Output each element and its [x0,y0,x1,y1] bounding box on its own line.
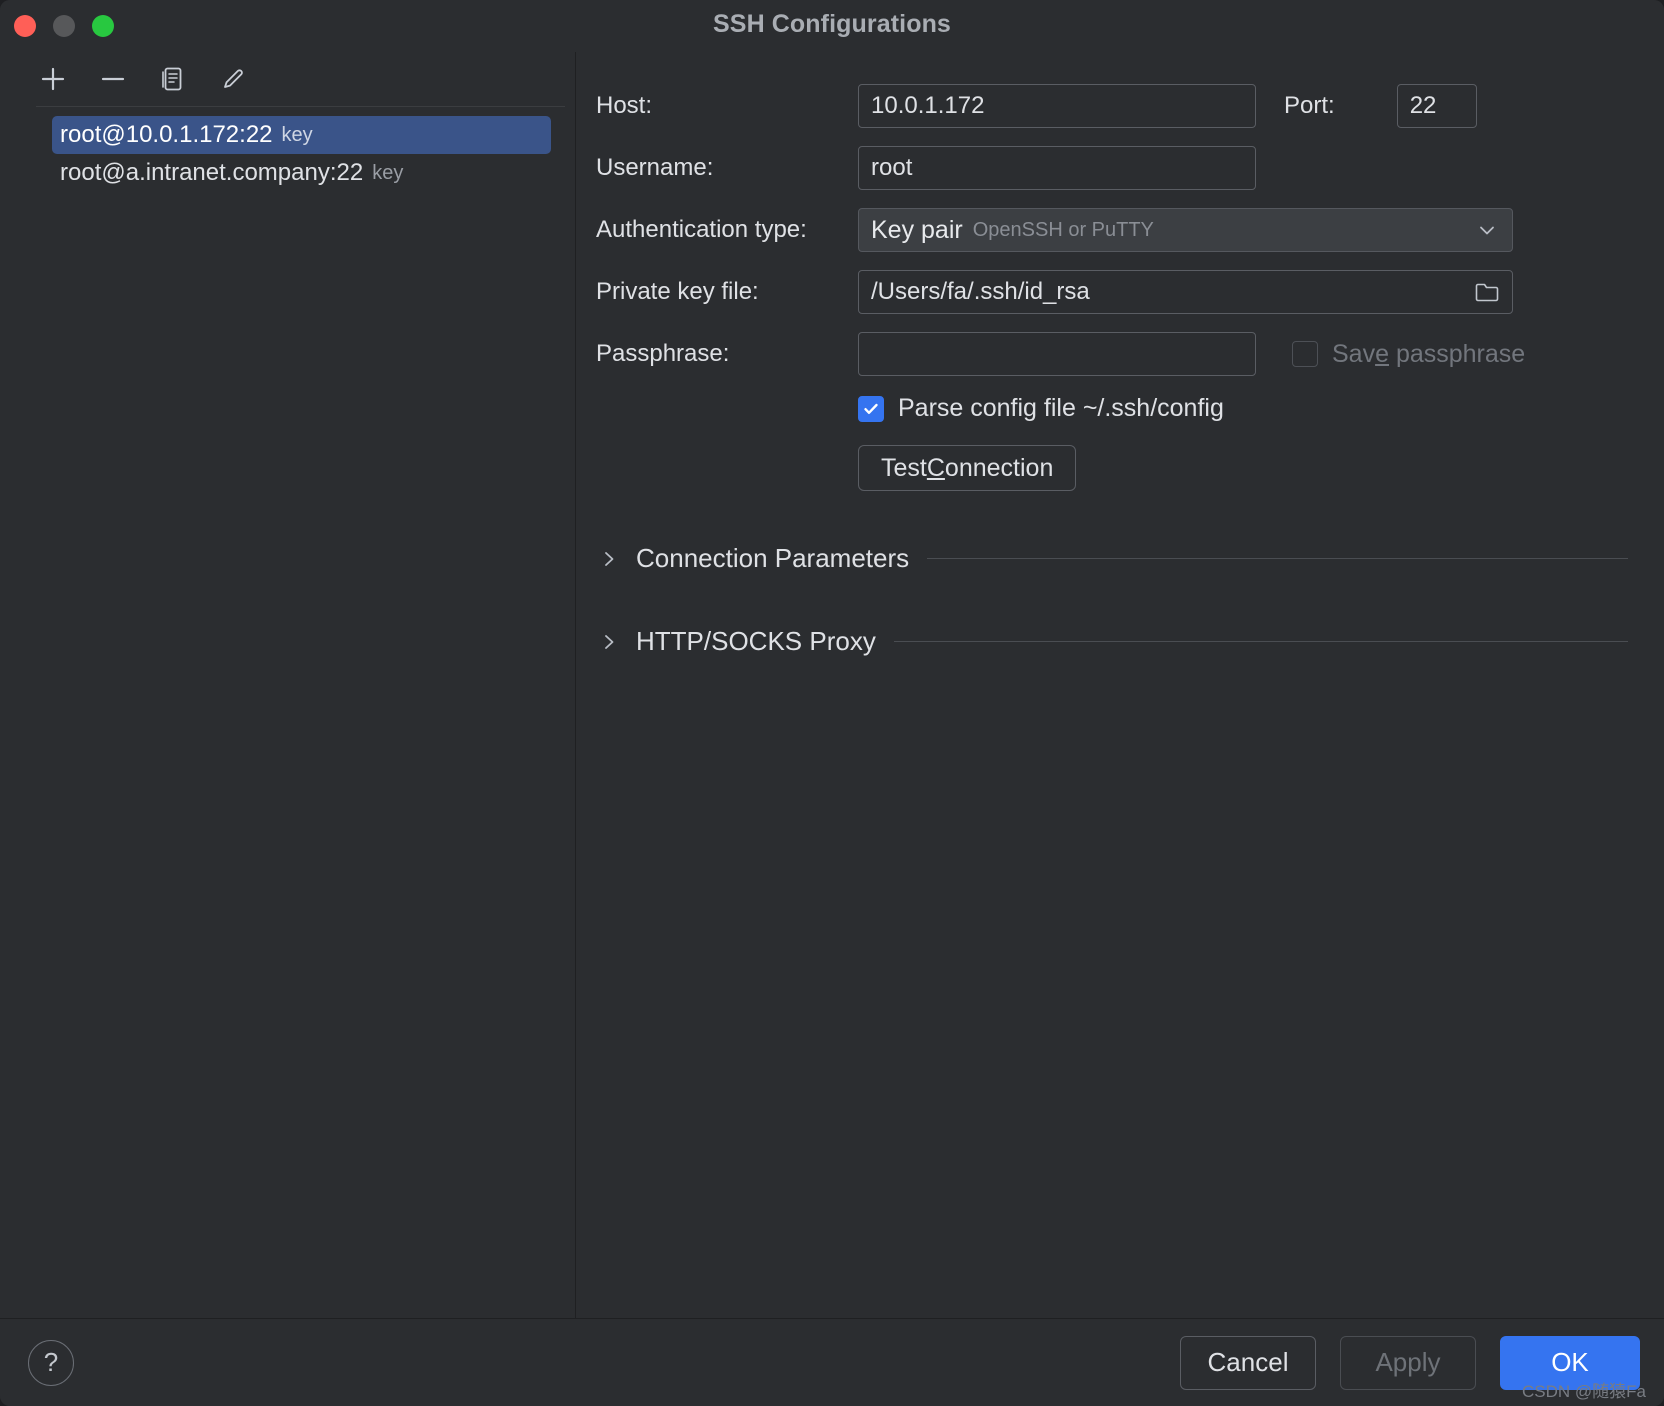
pencil-icon [224,69,243,88]
add-configuration-button[interactable] [36,62,70,96]
username-label: Username: [596,154,714,181]
passphrase-input[interactable] [858,332,1256,376]
section-connection-parameters[interactable]: Connection Parameters [596,543,1664,574]
host-row: Host: 10.0.1.172 Port: 22 [576,84,1664,128]
save-passphrase-label-part1: Sav [1332,339,1376,368]
chevron-right-icon [596,548,622,570]
configuration-form-panel: Host: 10.0.1.172 Port: 22 Username: root [576,52,1664,1318]
plus-icon [41,67,65,91]
list-item-label: root@a.intranet.company:22 [60,159,364,186]
help-button[interactable]: ? [28,1339,74,1386]
copy-icon [162,67,182,91]
host-input[interactable]: 10.0.1.172 [858,84,1256,128]
private-key-file-value: /Users/fa/.ssh/id_rsa [871,278,1090,305]
authentication-type-hint: OpenSSH or PuTTY [972,218,1154,241]
edit-configuration-button[interactable] [216,62,250,96]
dialog-body: root@10.0.1.172:22 key root@a.intranet.c… [0,52,1664,1318]
minus-icon [101,77,125,81]
test-connection-label-part2: onnection [944,453,1054,482]
section-rule [927,558,1628,559]
test-connection-row: Test Connection [596,445,1664,491]
authentication-type-row: Authentication type: Key pair OpenSSH or… [576,208,1664,252]
save-passphrase-checkbox[interactable]: Save passphrase [1292,340,1525,369]
parse-config-file-label: Parse config file ~/.ssh/config [898,394,1224,422]
window-title: SSH Configurations [713,10,951,38]
section-title: Connection Parameters [636,543,910,573]
port-input[interactable]: 22 [1396,84,1477,128]
host-label: Host: [596,92,653,119]
test-connection-button[interactable]: Test Connection [858,445,1077,491]
remove-configuration-button[interactable] [96,62,130,96]
save-passphrase-box[interactable] [1292,341,1318,367]
question-mark-icon: ? [43,1347,59,1377]
list-item-auth-type: key [372,161,404,184]
apply-button: Apply [1340,1335,1476,1390]
section-http-socks-proxy[interactable]: HTTP/SOCKS Proxy [596,626,1664,657]
username-value: root [871,154,913,181]
save-passphrase-label: Save passphrase [1332,340,1525,369]
list-item-auth-type: key [281,123,313,146]
save-passphrase-label-mnemonic: e [1375,339,1389,368]
configurations-list-panel: root@10.0.1.172:22 key root@a.intranet.c… [0,52,576,1318]
folder-icon[interactable] [1474,280,1500,304]
section-rule [893,641,1628,642]
private-key-file-row: Private key file: /Users/fa/.ssh/id_rsa [576,270,1664,314]
chevron-right-icon [596,631,622,653]
cancel-button[interactable]: Cancel [1180,1335,1316,1390]
chevron-down-icon [1476,219,1498,241]
port-value: 22 [1409,92,1437,119]
test-connection-label-mnemonic: C [926,453,945,482]
copy-configuration-button[interactable] [156,62,190,96]
authentication-type-label: Authentication type: [596,216,807,243]
passphrase-row: Passphrase: Save passphrase [576,332,1664,376]
authentication-type-value: Key pair [871,215,963,244]
host-value: 10.0.1.172 [871,92,985,119]
list-item[interactable]: root@10.0.1.172:22 key [52,116,551,154]
list-item-label: root@10.0.1.172:22 [60,121,273,148]
configurations-list: root@10.0.1.172:22 key root@a.intranet.c… [0,107,575,192]
dialog-footer: ? Cancel Apply OK CSDN @随猿Fa [0,1318,1664,1406]
passphrase-label: Passphrase: [596,340,730,367]
ssh-config-form: Host: 10.0.1.172 Port: 22 Username: root [576,52,1664,1318]
checkmark-icon [864,403,878,414]
port-label: Port: [1284,92,1335,119]
title-bar: SSH Configurations [0,0,1664,52]
ssh-configurations-dialog: SSH Configurations root@10.0.1.172:22 ke… [0,0,1664,1406]
username-input[interactable]: root [858,146,1256,190]
username-row: Username: root [576,146,1664,190]
save-passphrase-label-part2: passphrase [1389,339,1526,368]
list-toolbar [0,52,575,106]
list-item[interactable]: root@a.intranet.company:22 key [52,154,551,192]
watermark: CSDN @随猿Fa [1522,1382,1646,1401]
authentication-type-select[interactable]: Key pair OpenSSH or PuTTY [858,208,1513,252]
parse-config-file-box[interactable] [858,395,884,422]
parse-config-file-checkbox[interactable]: Parse config file ~/.ssh/config [596,394,1664,423]
section-title: HTTP/SOCKS Proxy [636,626,876,656]
private-key-file-input[interactable]: /Users/fa/.ssh/id_rsa [858,270,1513,314]
private-key-file-label: Private key file: [596,278,759,305]
test-connection-label-part1: Test [881,453,927,482]
